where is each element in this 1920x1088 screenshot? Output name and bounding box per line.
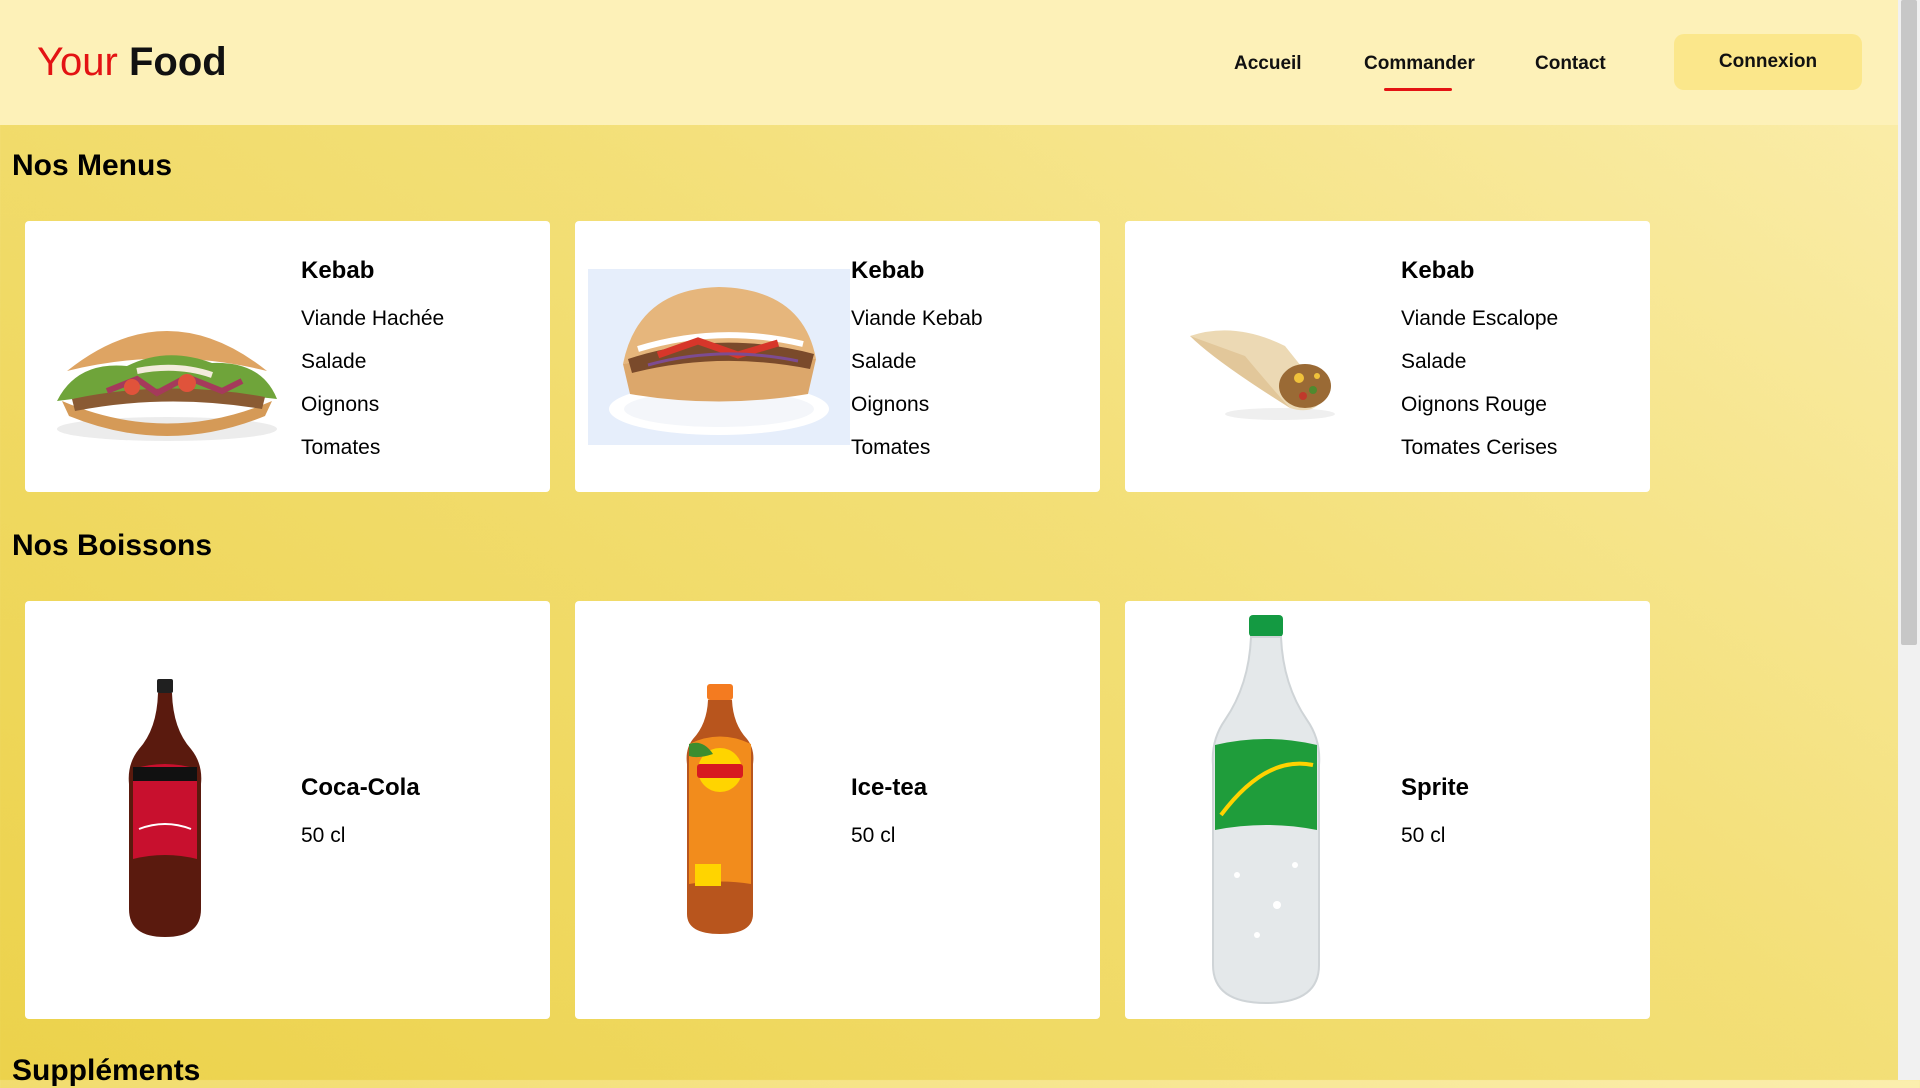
drink-name: Coca-Cola [301, 774, 420, 801]
drink-size: 50 cl [1401, 824, 1446, 847]
menu-ingredient: Viande Escalope [1401, 307, 1559, 330]
nav-accueil[interactable]: Accueil [1234, 53, 1302, 75]
site-header: Your Food Accueil Commander Contact Conn… [0, 0, 1898, 125]
menu-ingredient: Oignons Rouge [1401, 393, 1547, 416]
drink-name: Ice-tea [851, 774, 928, 801]
kebab-sandwich-image [37, 251, 297, 456]
kebab-wrap-image [1175, 316, 1355, 426]
drink-size: 50 cl [301, 824, 346, 847]
coca-cola-bottle-image [125, 679, 205, 941]
menu-name: Kebab [301, 257, 375, 284]
drink-card[interactable]: Ice-tea 50 cl [575, 601, 1100, 1019]
login-button[interactable]: Connexion [1674, 34, 1862, 90]
drink-name: Sprite [1401, 774, 1470, 801]
menu-card[interactable]: Kebab Viande Escalope Salade Oignons Rou… [1125, 221, 1650, 492]
drink-card[interactable]: Sprite 50 cl [1125, 601, 1650, 1019]
nav-commander[interactable]: Commander [1364, 53, 1475, 75]
kebab-plate-image [588, 269, 850, 445]
menu-ingredient: Viande Kebab [851, 307, 983, 330]
menus-section-title: Nos Menus [12, 149, 173, 182]
page-scrollbar[interactable] [1898, 0, 1920, 1080]
menu-card[interactable]: Kebab Viande Hachée Salade Oignons Tomat… [25, 221, 550, 492]
menu-ingredient: Salade [851, 350, 917, 373]
scrollbar-thumb[interactable] [1901, 0, 1917, 645]
drink-size: 50 cl [851, 824, 896, 847]
menu-ingredient: Tomates [851, 436, 931, 459]
sprite-bottle-image [1207, 615, 1325, 1005]
drinks-section-title: Nos Boissons [12, 529, 213, 562]
menu-ingredient: Oignons [301, 393, 380, 416]
menu-name: Kebab [1401, 257, 1475, 284]
logo-food: Food [128, 40, 227, 84]
menu-ingredient: Tomates Cerises [1401, 436, 1558, 459]
menu-card[interactable]: Kebab Viande Kebab Salade Oignons Tomate… [575, 221, 1100, 492]
site-logo[interactable]: Your Food [37, 36, 227, 88]
menu-ingredient: Tomates [301, 436, 381, 459]
supplements-section-title: Suppléments [12, 1054, 201, 1087]
menu-ingredient: Oignons [851, 393, 930, 416]
active-nav-indicator [1384, 88, 1452, 91]
menu-ingredient: Viande Hachée [301, 307, 445, 330]
lipton-bottle-image [683, 684, 757, 936]
menu-name: Kebab [851, 257, 925, 284]
menu-ingredient: Salade [301, 350, 367, 373]
logo-your: Your [37, 40, 118, 84]
drink-card[interactable]: Coca-Cola 50 cl [25, 601, 550, 1019]
menu-ingredient: Salade [1401, 350, 1467, 373]
nav-contact[interactable]: Contact [1535, 53, 1606, 75]
